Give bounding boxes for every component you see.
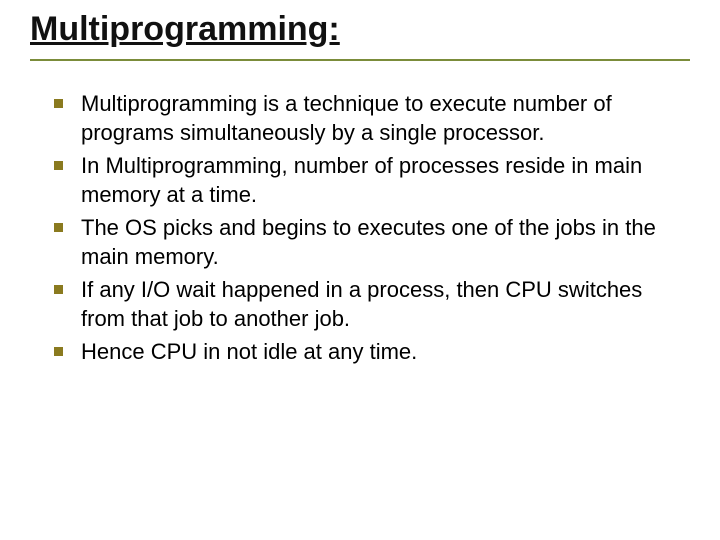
list-item: Multiprogramming is a technique to execu… — [54, 89, 686, 147]
list-item-text: In Multiprogramming, number of processes… — [81, 151, 686, 209]
list-item: In Multiprogramming, number of processes… — [54, 151, 686, 209]
list-item: The OS picks and begins to executes one … — [54, 213, 686, 271]
list-item: If any I/O wait happened in a process, t… — [54, 275, 686, 333]
slide-title: Multiprogramming: — [30, 10, 690, 55]
bullet-icon — [54, 161, 63, 170]
bullet-icon — [54, 347, 63, 356]
title-underline-rule — [30, 59, 690, 61]
slide-body: Multiprogramming is a technique to execu… — [30, 89, 690, 366]
list-item-text: If any I/O wait happened in a process, t… — [81, 275, 686, 333]
bullet-icon — [54, 223, 63, 232]
slide: Multiprogramming: Multiprogramming is a … — [0, 0, 720, 540]
list-item-text: The OS picks and begins to executes one … — [81, 213, 686, 271]
list-item-text: Hence CPU in not idle at any time. — [81, 337, 417, 366]
list-item-text: Multiprogramming is a technique to execu… — [81, 89, 686, 147]
bullet-icon — [54, 285, 63, 294]
bullet-icon — [54, 99, 63, 108]
list-item: Hence CPU in not idle at any time. — [54, 337, 686, 366]
